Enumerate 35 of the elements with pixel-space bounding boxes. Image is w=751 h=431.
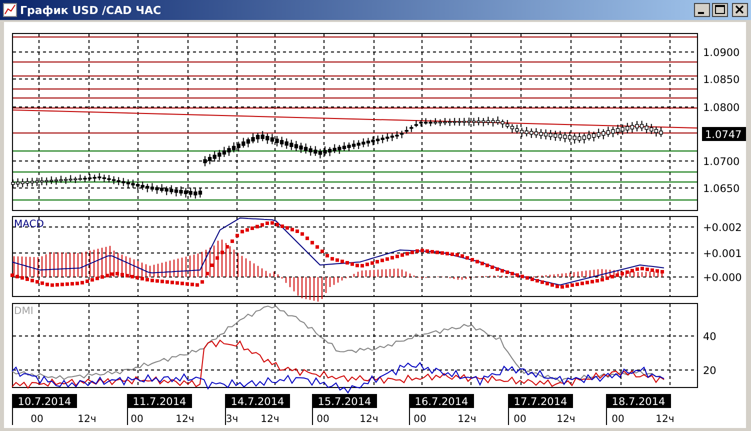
- time-label: 3ч: [226, 414, 238, 425]
- indicator-label: DMI: [14, 306, 34, 317]
- time-label: 00: [612, 414, 624, 425]
- window-title: График USD /CAD ЧАС: [20, 4, 162, 16]
- indicator-label: MACD: [14, 219, 44, 230]
- time-label: 00: [316, 414, 330, 425]
- date-label: 10.7.2014: [12, 394, 77, 408]
- axis-label: 1.0900: [703, 47, 740, 59]
- axis-label: 1.0850: [703, 74, 740, 86]
- time-label: 00: [30, 414, 44, 425]
- date-label: 17.7.2014: [508, 394, 573, 408]
- axis-label: 20: [703, 365, 716, 377]
- date-label: 11.7.2014: [127, 394, 192, 408]
- axis-label: +0.001: [703, 248, 742, 260]
- axis-label: 1.0700: [703, 156, 740, 168]
- date-label: 14.7.2014: [225, 394, 290, 408]
- axis-label: 1.0650: [703, 183, 740, 195]
- axis-label: +0.002: [703, 222, 742, 234]
- date-label: 15.7.2014: [312, 394, 377, 408]
- time-label: 12ч: [556, 414, 576, 425]
- axis-label: +0.000: [703, 272, 742, 284]
- current-price-tag: 1.0747: [702, 127, 746, 141]
- time-label: 00: [414, 414, 426, 425]
- axis-label: 40: [703, 331, 716, 343]
- time-label: 12ч: [260, 414, 280, 425]
- time-label: 12ч: [656, 414, 674, 425]
- time-label: 12ч: [176, 414, 194, 425]
- axis-label: 1.0800: [703, 102, 740, 114]
- time-label: 12ч: [458, 414, 476, 425]
- date-label: 18.7.2014: [606, 394, 671, 408]
- time-label: 12ч: [78, 414, 96, 425]
- date-label: 16.7.2014: [409, 394, 474, 408]
- time-label: 00: [130, 414, 144, 425]
- time-label: 00: [514, 414, 526, 425]
- time-label: 12ч: [360, 414, 378, 425]
